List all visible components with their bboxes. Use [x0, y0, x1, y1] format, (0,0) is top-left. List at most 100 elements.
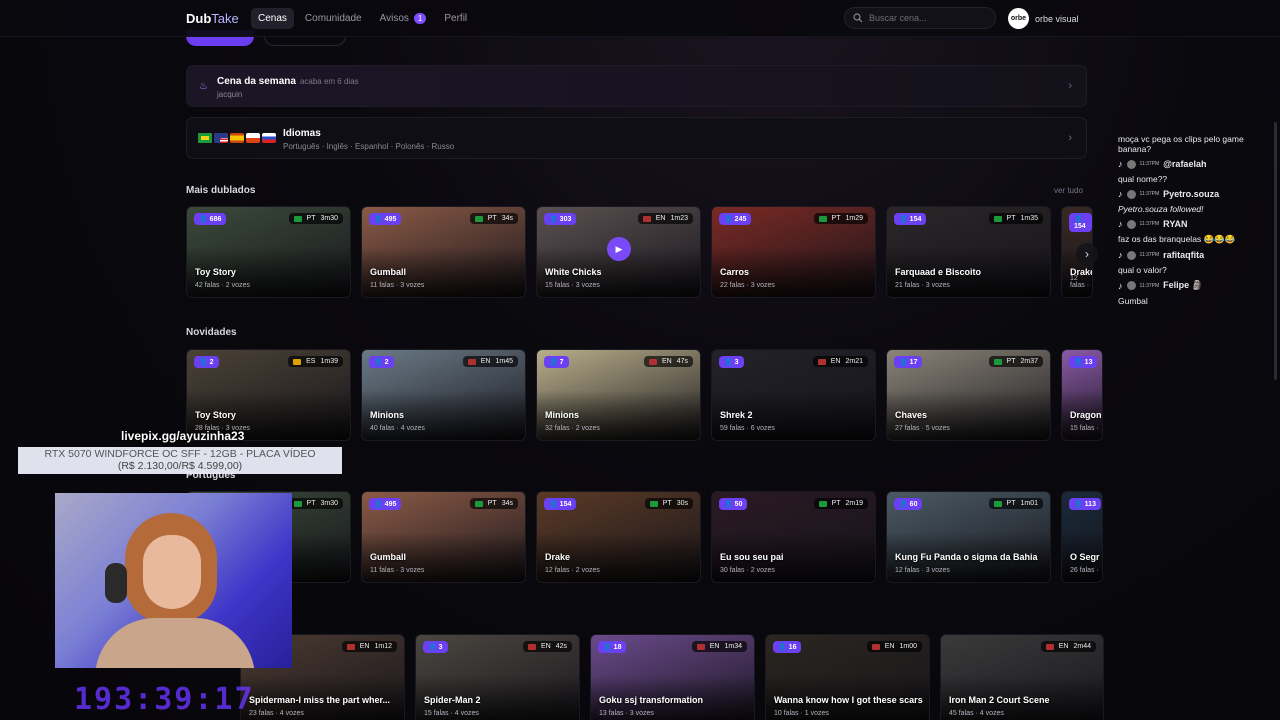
- scene-title: Kung Fu Panda o sigma da Bahia: [895, 552, 1038, 562]
- dub-count-badge: 👤 17: [894, 356, 923, 368]
- logo[interactable]: DubTake: [186, 11, 239, 26]
- scene-stats: 15 falas · 3 vozes: [545, 282, 600, 289]
- dub-count-badge: 👤 495: [369, 213, 402, 225]
- dub-count-badge: 👤 154: [1069, 213, 1092, 232]
- scene-stats: 27 falas · 5 vozes: [895, 425, 950, 432]
- idiomas-desc: Português · Inglês · Espanhol · Polonês …: [283, 142, 455, 151]
- lang-duration-badge: PT 2m37: [988, 356, 1043, 367]
- scene-stats: 12 falas ·: [1070, 275, 1090, 289]
- lang-duration-badge: EN 1m23: [637, 213, 693, 224]
- scene-card[interactable]: EN 2m44 Iron Man 2 Court Scene 45 falas · 4…: [940, 634, 1104, 720]
- lang-duration-badge: PT 1m01: [988, 498, 1043, 509]
- chat-message: qual o valor?: [1118, 265, 1167, 275]
- search-input[interactable]: [869, 13, 989, 23]
- user-menu[interactable]: orbe orbe visual: [1008, 8, 1079, 29]
- scene-stats: 12 falas · 2 vozes: [545, 567, 600, 574]
- promo-line-1: RTX 5070 WINDFORCE OC SFF - 12GB - PLACA…: [44, 448, 316, 460]
- tiktok-icon: ♪: [1118, 250, 1123, 260]
- section-title-novidades: Novidades: [186, 327, 237, 338]
- cena-da-semana-card[interactable]: ♨ Cena da semana acaba em 6 dias jacquin …: [186, 65, 1087, 107]
- nav-comunidade[interactable]: Comunidade: [298, 8, 369, 29]
- scene-title: Minions: [545, 410, 579, 420]
- flag-usa-icon: [214, 133, 228, 143]
- lang-duration-badge: EN 1m00: [866, 641, 922, 652]
- scene-card[interactable]: 👤 13 Dragon 15 falas ·: [1061, 349, 1103, 441]
- flag-icon: [1045, 644, 1054, 650]
- scene-title: Spiderman-I miss the part wher...: [249, 695, 391, 705]
- scene-title: Minions: [370, 410, 404, 420]
- scene-card[interactable]: 👤 113 O Segr 26 falas ·: [1061, 491, 1103, 583]
- scene-card[interactable]: 👤 303 EN 1m23 White Chicks 15 falas · 3 voze…: [536, 206, 701, 298]
- scene-card[interactable]: 👤 50 PT 2m19 Eu sou seu pai 30 falas · 2 voz…: [711, 491, 876, 583]
- tiktok-icon: ♪: [1118, 280, 1123, 291]
- scene-stats: 11 falas · 3 vozes: [370, 567, 425, 574]
- scene-title: Toy Story: [195, 410, 236, 420]
- search-box[interactable]: [844, 7, 996, 29]
- stream-timer: 193:39:17: [74, 682, 255, 717]
- lang-duration-badge: PT 1m35: [988, 213, 1043, 224]
- dub-count-badge: 👤 303: [544, 213, 577, 225]
- scene-card[interactable]: 👤 2 EN 1m45 Minions 40 falas · 4 vozes: [361, 349, 526, 441]
- scene-card[interactable]: 👤 17 PT 2m37 Chaves 27 falas · 5 vozes: [886, 349, 1051, 441]
- scene-card[interactable]: 👤 7 EN 47s Minions 32 falas · 2 vozes: [536, 349, 701, 441]
- scene-card[interactable]: 👤 2 ES 1m39 Toy Story 28 falas · 3 vozes: [186, 349, 351, 441]
- idiomas-card[interactable]: Idiomas Português · Inglês · Espanhol · …: [186, 117, 1087, 159]
- scene-stats: 42 falas · 2 vozes: [195, 282, 250, 289]
- scene-stats: 21 falas · 3 vozes: [895, 282, 950, 289]
- carousel-next-button[interactable]: ›: [1076, 243, 1098, 265]
- language-flags: [198, 133, 276, 143]
- scene-card[interactable]: 👤 495 PT 34s Gumball 11 falas · 3 vozes: [361, 206, 526, 298]
- avatar: [1126, 219, 1136, 229]
- lang-duration-badge: PT 30s: [644, 498, 693, 509]
- scene-card[interactable]: 👤 60 PT 1m01 Kung Fu Panda o sigma da Bahia…: [886, 491, 1051, 583]
- scene-card[interactable]: 👤 154 PT 30s Drake 12 falas · 2 vozes: [536, 491, 701, 583]
- chat-user-line: ♪ 11:37PM RYAN: [1118, 219, 1188, 229]
- scene-card[interactable]: 👤 154 PT 1m35 Farquaad e Biscoito 21 falas ·…: [886, 206, 1051, 298]
- flag-icon: [649, 501, 658, 507]
- tiktok-icon: ♪: [1118, 189, 1123, 199]
- play-button[interactable]: ▶: [607, 237, 631, 261]
- flame-icon: ♨: [199, 81, 208, 92]
- scene-card[interactable]: 👤 495 PT 34s Gumball 11 falas · 3 vozes: [361, 491, 526, 583]
- scene-card[interactable]: 👤 686 PT 3m30 Toy Story 42 falas · 2 vozes: [186, 206, 351, 298]
- dub-count-badge: 👤 3: [423, 641, 448, 653]
- scene-title: Carros: [720, 267, 750, 277]
- scene-stats: 12 falas · 3 vozes: [895, 567, 950, 574]
- scene-card[interactable]: 👤 3 EN 42s Spider-Man 2 15 falas · 4 vozes: [415, 634, 580, 720]
- dub-count-badge: 👤 7: [544, 356, 569, 368]
- scene-stats: 23 falas · 4 vozes: [249, 710, 304, 717]
- nav-cenas[interactable]: Cenas: [251, 8, 294, 29]
- dub-count-badge: 👤 3: [719, 356, 744, 368]
- see-all-link[interactable]: ver tudo: [1054, 186, 1083, 195]
- webcam-overlay: [55, 493, 292, 668]
- promo-overlay: RTX 5070 WINDFORCE OC SFF - 12GB - PLACA…: [18, 447, 342, 474]
- avatar: orbe: [1008, 8, 1029, 29]
- lang-duration-badge: PT 34s: [469, 498, 518, 509]
- search-icon: [853, 13, 863, 23]
- scene-title: Toy Story: [195, 267, 236, 277]
- scene-title: Eu sou seu pai: [720, 552, 784, 562]
- nav-avisos[interactable]: Avisos 1: [373, 8, 434, 29]
- scene-title: Goku ssj transformation: [599, 695, 704, 705]
- lang-duration-badge: EN 42s: [522, 641, 572, 652]
- user-name: orbe visual: [1035, 13, 1079, 24]
- headphones-icon: [105, 563, 127, 603]
- dub-count-badge: 👤 60: [894, 498, 923, 510]
- flag-icon: [293, 501, 302, 507]
- scene-card[interactable]: 👤 18 EN 1m34 Goku ssj transformation 13 fala…: [590, 634, 755, 720]
- scene-title: White Chicks: [545, 267, 602, 277]
- nav-perfil[interactable]: Perfil: [437, 8, 474, 29]
- flag-icon: [293, 216, 302, 222]
- dub-count-badge: 👤 16: [773, 641, 802, 653]
- tiktok-icon: ♪: [1118, 219, 1123, 229]
- scene-stats: 59 falas · 6 vozes: [720, 425, 775, 432]
- avatar: [1126, 281, 1136, 290]
- top-nav: DubTake Cenas Comunidade Avisos 1 Perfil …: [0, 0, 1280, 37]
- chat-message: qual nome??: [1118, 174, 1168, 184]
- scene-card[interactable]: 👤 16 EN 1m00 Wanna know how I got these sca…: [765, 634, 930, 720]
- dub-count-badge: 👤 2: [194, 356, 219, 368]
- flag-icon: [293, 359, 302, 365]
- scene-card[interactable]: 👤 3 EN 2m21 Shrek 2 59 falas · 6 vozes: [711, 349, 876, 441]
- scene-card[interactable]: 👤 245 PT 1m29 Carros 22 falas · 3 vozes: [711, 206, 876, 298]
- scene-title: Shrek 2: [720, 410, 753, 420]
